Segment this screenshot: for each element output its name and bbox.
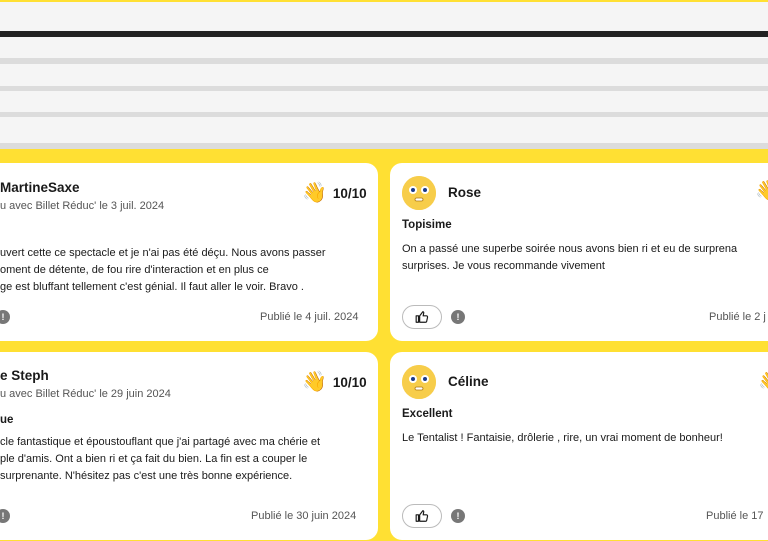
published-date: Publié le 4 juil. 2024 [260, 311, 359, 323]
review-title: ue [0, 414, 14, 426]
review-line: surprises. Je vous recommande vivement [402, 260, 605, 272]
review-line: ple d'amis. Ont a bien ri et ça fait du … [0, 453, 308, 465]
review-card: MartineSaxe u avec Billet Réduc' le 3 ju… [0, 163, 378, 341]
review-body: Le Tentalist ! Fantaisie, drôlerie , rir… [402, 430, 723, 447]
score-value: 10/10 [332, 374, 367, 390]
review-origin: u avec Billet Réduc' le 3 juil. 2024 [0, 200, 165, 212]
review-line: Le Tentalist ! Fantaisie, drôlerie , rir… [402, 432, 723, 444]
review-line: ge est bluffant tellement c'est génial. … [0, 281, 304, 293]
review-author: Rose [448, 185, 482, 200]
like-button[interactable] [402, 504, 442, 528]
thumbs-up-icon [415, 510, 429, 522]
published-date: Publié le 17 [706, 510, 764, 522]
published-date: Publié le 30 juin 2024 [251, 510, 357, 522]
review-body: uvert cette ce spectacle et je n'ai pas … [0, 245, 326, 296]
review-body: On a passé une superbe soirée nous avons… [402, 241, 737, 275]
header-area [0, 0, 768, 149]
review-title: Topisime [402, 219, 452, 231]
avatar [402, 176, 436, 210]
review-card: Céline 👋 Excellent Le Tentalist ! Fantai… [390, 352, 768, 540]
review-title: Excellent [402, 408, 453, 420]
avatar [402, 365, 436, 399]
review-score: 👋 10/10 [302, 183, 367, 203]
review-line: oment de détente, de fou rire d'interact… [0, 264, 269, 276]
review-line: cle fantastique et époustouflant que j'a… [0, 436, 321, 448]
review-line: On a passé une superbe soirée nous avons… [402, 243, 738, 255]
report-icon[interactable]: ! [0, 509, 10, 523]
smiley-avatar-icon [402, 365, 436, 399]
like-button[interactable] [402, 305, 442, 329]
review-author: Céline [448, 374, 489, 389]
divider [0, 58, 768, 64]
review-card: Rose 👋 Topisime On a passé une superbe s… [390, 163, 768, 341]
review-line: surprenante. N'hésitez pas c'est une trè… [0, 470, 293, 482]
clapping-hands-icon: 👋 [302, 371, 327, 393]
thumbs-up-icon [415, 311, 429, 323]
report-icon[interactable]: ! [0, 310, 10, 324]
review-author: e Steph [0, 368, 49, 383]
review-score: 👋 10/10 [302, 372, 367, 392]
review-line: uvert cette ce spectacle et je n'ai pas … [0, 247, 326, 259]
divider [0, 143, 768, 149]
header-bar [0, 31, 768, 37]
review-origin: u avec Billet Réduc' le 29 juin 2024 [0, 388, 171, 400]
smiley-avatar-icon [402, 176, 436, 210]
clapping-hands-icon: 👋 [755, 180, 768, 202]
divider [0, 86, 768, 91]
published-date: Publié le 2 j [709, 311, 766, 323]
review-author: MartineSaxe [0, 180, 80, 195]
review-card: e Steph u avec Billet Réduc' le 29 juin … [0, 352, 378, 540]
divider [0, 112, 768, 117]
report-icon[interactable]: ! [451, 509, 465, 523]
review-body: cle fantastique et époustouflant que j'a… [0, 434, 320, 485]
clapping-hands-icon: 👋 [758, 372, 768, 392]
clapping-hands-icon: 👋 [302, 182, 327, 204]
report-icon[interactable]: ! [451, 310, 465, 324]
score-value: 10/10 [332, 185, 367, 201]
